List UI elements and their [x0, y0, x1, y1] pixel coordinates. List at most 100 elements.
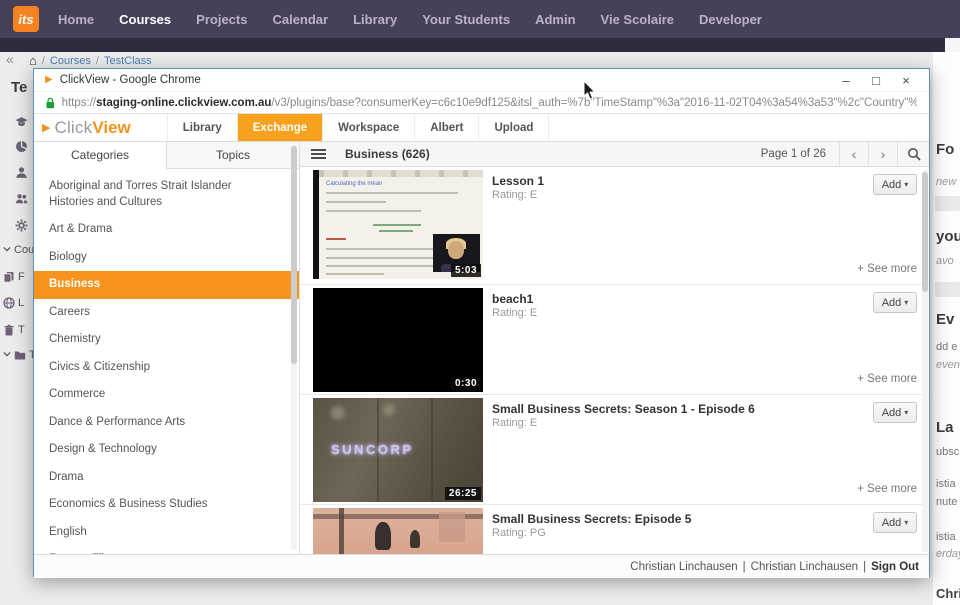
see-more-link[interactable]: + See more — [857, 373, 917, 385]
right-panel-text-fragment: you — [936, 228, 960, 245]
category-item-chemistry[interactable]: Chemistry — [34, 326, 299, 354]
clickview-logo[interactable]: ▶ ClickView — [34, 114, 145, 141]
right-panel-text-fragment: new — [936, 176, 956, 188]
sign-out-link[interactable]: Sign Out — [871, 561, 919, 573]
trash-icon — [3, 324, 15, 336]
nav-item-library[interactable]: Library — [353, 12, 397, 27]
video-thumbnail[interactable]: Calculating the mean5:03 — [313, 170, 483, 279]
url-text[interactable]: https://staging-online.clickview.com.au/… — [62, 97, 917, 109]
video-row[interactable]: Small Business Secrets: Episode 5Rating:… — [300, 505, 929, 554]
category-label: Art & Drama — [49, 223, 112, 235]
video-row[interactable]: 0:30beach1Rating: EAdd▾+ See more — [300, 285, 929, 395]
expand-arrow-icon[interactable]: ▸ — [39, 553, 43, 554]
video-thumbnail[interactable] — [313, 508, 483, 554]
category-item-english[interactable]: English — [34, 519, 299, 547]
tab-categories[interactable]: Categories — [34, 142, 167, 169]
tab-topics[interactable]: Topics — [167, 142, 299, 168]
footer-separator: | — [743, 561, 746, 573]
video-title[interactable]: Lesson 1 — [492, 174, 544, 188]
prev-page-button[interactable]: ‹ — [840, 142, 869, 166]
breadcrumb-link-courses[interactable]: Courses — [50, 55, 91, 67]
minimize-button[interactable]: – — [831, 69, 861, 92]
category-item-art-drama[interactable]: Art & Drama — [34, 216, 299, 244]
video-thumbnail[interactable]: 0:30 — [313, 288, 483, 392]
video-list-scrollbar-thumb[interactable] — [922, 172, 928, 292]
app-tab-workspace[interactable]: Workspace — [323, 114, 415, 141]
person-silhouette — [410, 530, 420, 548]
category-label: Design & Technology — [49, 443, 157, 455]
category-item-biology[interactable]: Biology — [34, 244, 299, 272]
video-title[interactable]: Small Business Secrets: Episode 5 — [492, 512, 691, 526]
top-navbar: its Home Courses Projects Calendar Library Yo… — [0, 0, 960, 38]
nav-item-your-students[interactable]: Your Students — [422, 12, 510, 27]
nav-item-calendar[interactable]: Calendar — [272, 12, 328, 27]
chevron-down-icon: ▾ — [904, 180, 908, 189]
add-button[interactable]: Add▾ — [873, 174, 917, 195]
sidebar-tree-item-l[interactable]: L — [3, 297, 24, 309]
right-panel-text-fragment: even — [936, 359, 960, 371]
app-tab-upload[interactable]: Upload — [479, 114, 549, 141]
category-item-feature-films[interactable]: ▸Feature Films — [34, 546, 299, 554]
sidebar-tree-item-t[interactable]: T — [3, 349, 36, 361]
category-label: Commerce — [49, 388, 105, 400]
app-tab-library[interactable]: Library — [167, 114, 238, 141]
users-icon[interactable] — [15, 192, 28, 205]
category-item-economics-business-studies[interactable]: Economics & Business Studies — [34, 491, 299, 519]
address-bar[interactable]: https://staging-online.clickview.com.au/… — [34, 92, 929, 114]
gear-icon[interactable] — [15, 219, 28, 232]
video-title[interactable]: Small Business Secrets: Season 1 - Episo… — [492, 402, 755, 416]
clickview-popup-window: ▶ ClickView - Google Chrome – □ × https:… — [33, 68, 930, 577]
nav-item-home[interactable]: Home — [58, 12, 94, 27]
breadcrumb-link-testclass[interactable]: TestClass — [104, 55, 152, 67]
menu-icon[interactable] — [311, 147, 326, 161]
user-icon[interactable] — [15, 166, 28, 179]
folder-icon — [14, 349, 26, 361]
video-list-scrollbar[interactable] — [922, 170, 928, 552]
close-button[interactable]: × — [891, 69, 921, 92]
add-button[interactable]: Add▾ — [873, 292, 917, 313]
sidebar-tree-item-cou[interactable]: Cou — [3, 244, 34, 256]
nav-item-projects[interactable]: Projects — [196, 12, 247, 27]
category-item-design-technology[interactable]: Design & Technology — [34, 436, 299, 464]
category-item-dance-performance-arts[interactable]: Dance & Performance Arts — [34, 409, 299, 437]
category-item-commerce[interactable]: Commerce — [34, 381, 299, 409]
maximize-button[interactable]: □ — [861, 69, 891, 92]
pie-chart-icon[interactable] — [15, 140, 28, 153]
popup-footer: Christian Linchausen | Christian Linchau… — [34, 554, 929, 578]
video-row[interactable]: SUNCORP26:25 Small Business Secrets: Seas… — [300, 395, 929, 505]
user-name-1: Christian Linchausen — [630, 561, 737, 573]
add-button-label: Add — [882, 407, 902, 419]
category-item-aboriginal-and-torres-strait-islander-histories-and-cultures[interactable]: Aboriginal and Torres Strait Islander Hi… — [34, 173, 299, 216]
sidebar-tree-item-f[interactable]: F — [3, 271, 25, 283]
window-title: ClickView - Google Chrome — [60, 74, 831, 86]
category-scrollbar[interactable] — [291, 146, 297, 550]
nav-item-vie-scolaire[interactable]: Vie Scolaire — [601, 12, 674, 27]
video-title[interactable]: beach1 — [492, 292, 533, 306]
see-more-link[interactable]: + See more — [857, 483, 917, 495]
app-tab-albert[interactable]: Albert — [415, 114, 479, 141]
category-list: Aboriginal and Torres Strait Islander Hi… — [34, 169, 299, 554]
video-thumbnail[interactable]: SUNCORP26:25 — [313, 398, 483, 502]
nav-item-courses[interactable]: Courses — [119, 12, 171, 27]
category-scrollbar-thumb[interactable] — [291, 146, 297, 364]
category-item-drama[interactable]: Drama — [34, 464, 299, 492]
add-button[interactable]: Add▾ — [873, 512, 917, 533]
content-placeholder-bar — [935, 282, 960, 297]
search-icon[interactable] — [898, 142, 929, 166]
thumbnail-text-line — [379, 230, 413, 232]
category-item-careers[interactable]: Careers — [34, 299, 299, 327]
category-item-business[interactable]: Business — [34, 271, 299, 299]
nav-item-developer[interactable]: Developer — [699, 12, 762, 27]
window-titlebar[interactable]: ▶ ClickView - Google Chrome – □ × — [34, 69, 929, 92]
structure-pole — [339, 508, 344, 554]
nav-item-admin[interactable]: Admin — [535, 12, 575, 27]
add-button[interactable]: Add▾ — [873, 402, 917, 423]
grad-cap-icon[interactable] — [15, 116, 28, 129]
next-page-button[interactable]: › — [869, 142, 898, 166]
app-tab-exchange[interactable]: Exchange — [238, 114, 323, 141]
category-item-civics-citizenship[interactable]: Civics & Citizenship — [34, 354, 299, 382]
its-logo[interactable]: its — [13, 6, 39, 32]
see-more-link[interactable]: + See more — [857, 263, 917, 275]
sidebar-tree-item-t[interactable]: T — [3, 324, 25, 336]
video-row[interactable]: Calculating the mean5:03Lesson 1Rating: … — [300, 167, 929, 285]
